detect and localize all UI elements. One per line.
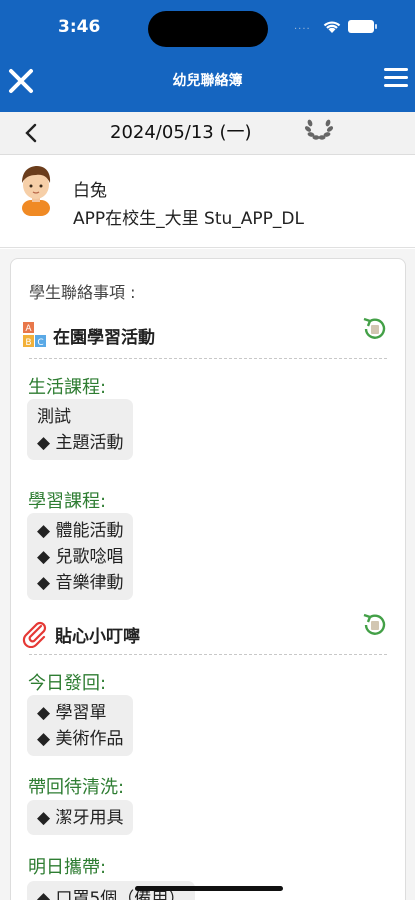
svg-text:C: C (37, 338, 43, 348)
laurel-icon[interactable] (303, 115, 335, 143)
battery-icon (348, 20, 377, 33)
chip-line: ◆ 兒歌唸唱 (37, 547, 124, 567)
refresh-icon[interactable] (361, 611, 389, 639)
svg-text:B: B (25, 338, 31, 348)
menu-icon[interactable] (384, 68, 408, 90)
page-title: 幼兒聯絡簿 (172, 73, 243, 89)
chip-line: ◆ 潔牙用具 (37, 808, 124, 828)
top-app-bar: 3:46 ···· 幼兒聯絡簿 (0, 0, 415, 112)
section-title: 在園學習活動 (53, 327, 155, 348)
reminder-chip: ◆ 潔牙用具 (27, 800, 134, 835)
section-header-reminder: 貼心小叮嚀 (21, 620, 140, 648)
activity-chip: ◆ 體能活動 ◆ 兒歌唸唱 ◆ 音樂律動 (27, 513, 134, 600)
date-bar: 2024/05/13 (一) (0, 112, 415, 155)
chip-line: ◆ 學習單 (37, 703, 107, 723)
reminder-chip: ◆ 學習單 ◆ 美術作品 (27, 695, 134, 756)
chip-line: 測試 (37, 407, 71, 427)
chip-line: ◆ 美術作品 (37, 729, 124, 749)
student-class: APP在校生_大里 Stu_APP_DL (73, 209, 304, 229)
svg-text:A: A (25, 324, 32, 334)
group-title: 明日攜帶: (28, 857, 107, 878)
section-header-learning: A B C 在園學習活動 (21, 321, 155, 349)
contact-card: 學生聯絡事項 : A B C 在園學習活動 生活課程: 測試 ◆ 主題活動 學習… (10, 258, 406, 900)
group-title: 帶回待清洗: (28, 777, 125, 798)
chip-line: ◆ 體能活動 (37, 521, 124, 541)
divider (29, 358, 387, 359)
contact-label: 學生聯絡事項 : (29, 283, 136, 302)
paperclip-icon (22, 621, 47, 648)
refresh-icon[interactable] (361, 315, 389, 343)
home-indicator[interactable] (135, 886, 283, 891)
avatar-boy (22, 166, 51, 216)
date-label[interactable]: 2024/05/13 (一) (110, 118, 252, 144)
student-name: 白兔 (73, 181, 107, 201)
wifi-icon (323, 21, 341, 33)
group-title: 學習課程: (28, 491, 107, 512)
student-profile: 白兔 APP在校生_大里 Stu_APP_DL (0, 155, 415, 248)
status-time: 3:46 (58, 17, 101, 37)
dynamic-island (148, 11, 268, 47)
signal-dots: ···· (294, 24, 311, 35)
chip-line: ◆ 主題活動 (37, 433, 124, 453)
divider (29, 654, 387, 655)
group-title: 生活課程: (28, 377, 107, 398)
chevron-left-icon[interactable] (22, 121, 42, 145)
content-area: 學生聯絡事項 : A B C 在園學習活動 生活課程: 測試 ◆ 主題活動 學習… (0, 249, 415, 900)
abc-blocks-icon: A B C (23, 322, 46, 348)
activity-chip: 測試 ◆ 主題活動 (27, 399, 134, 460)
chip-line: ◆ 音樂律動 (37, 573, 124, 593)
group-title: 今日發回: (28, 673, 107, 694)
section-title: 貼心小叮嚀 (55, 626, 140, 647)
